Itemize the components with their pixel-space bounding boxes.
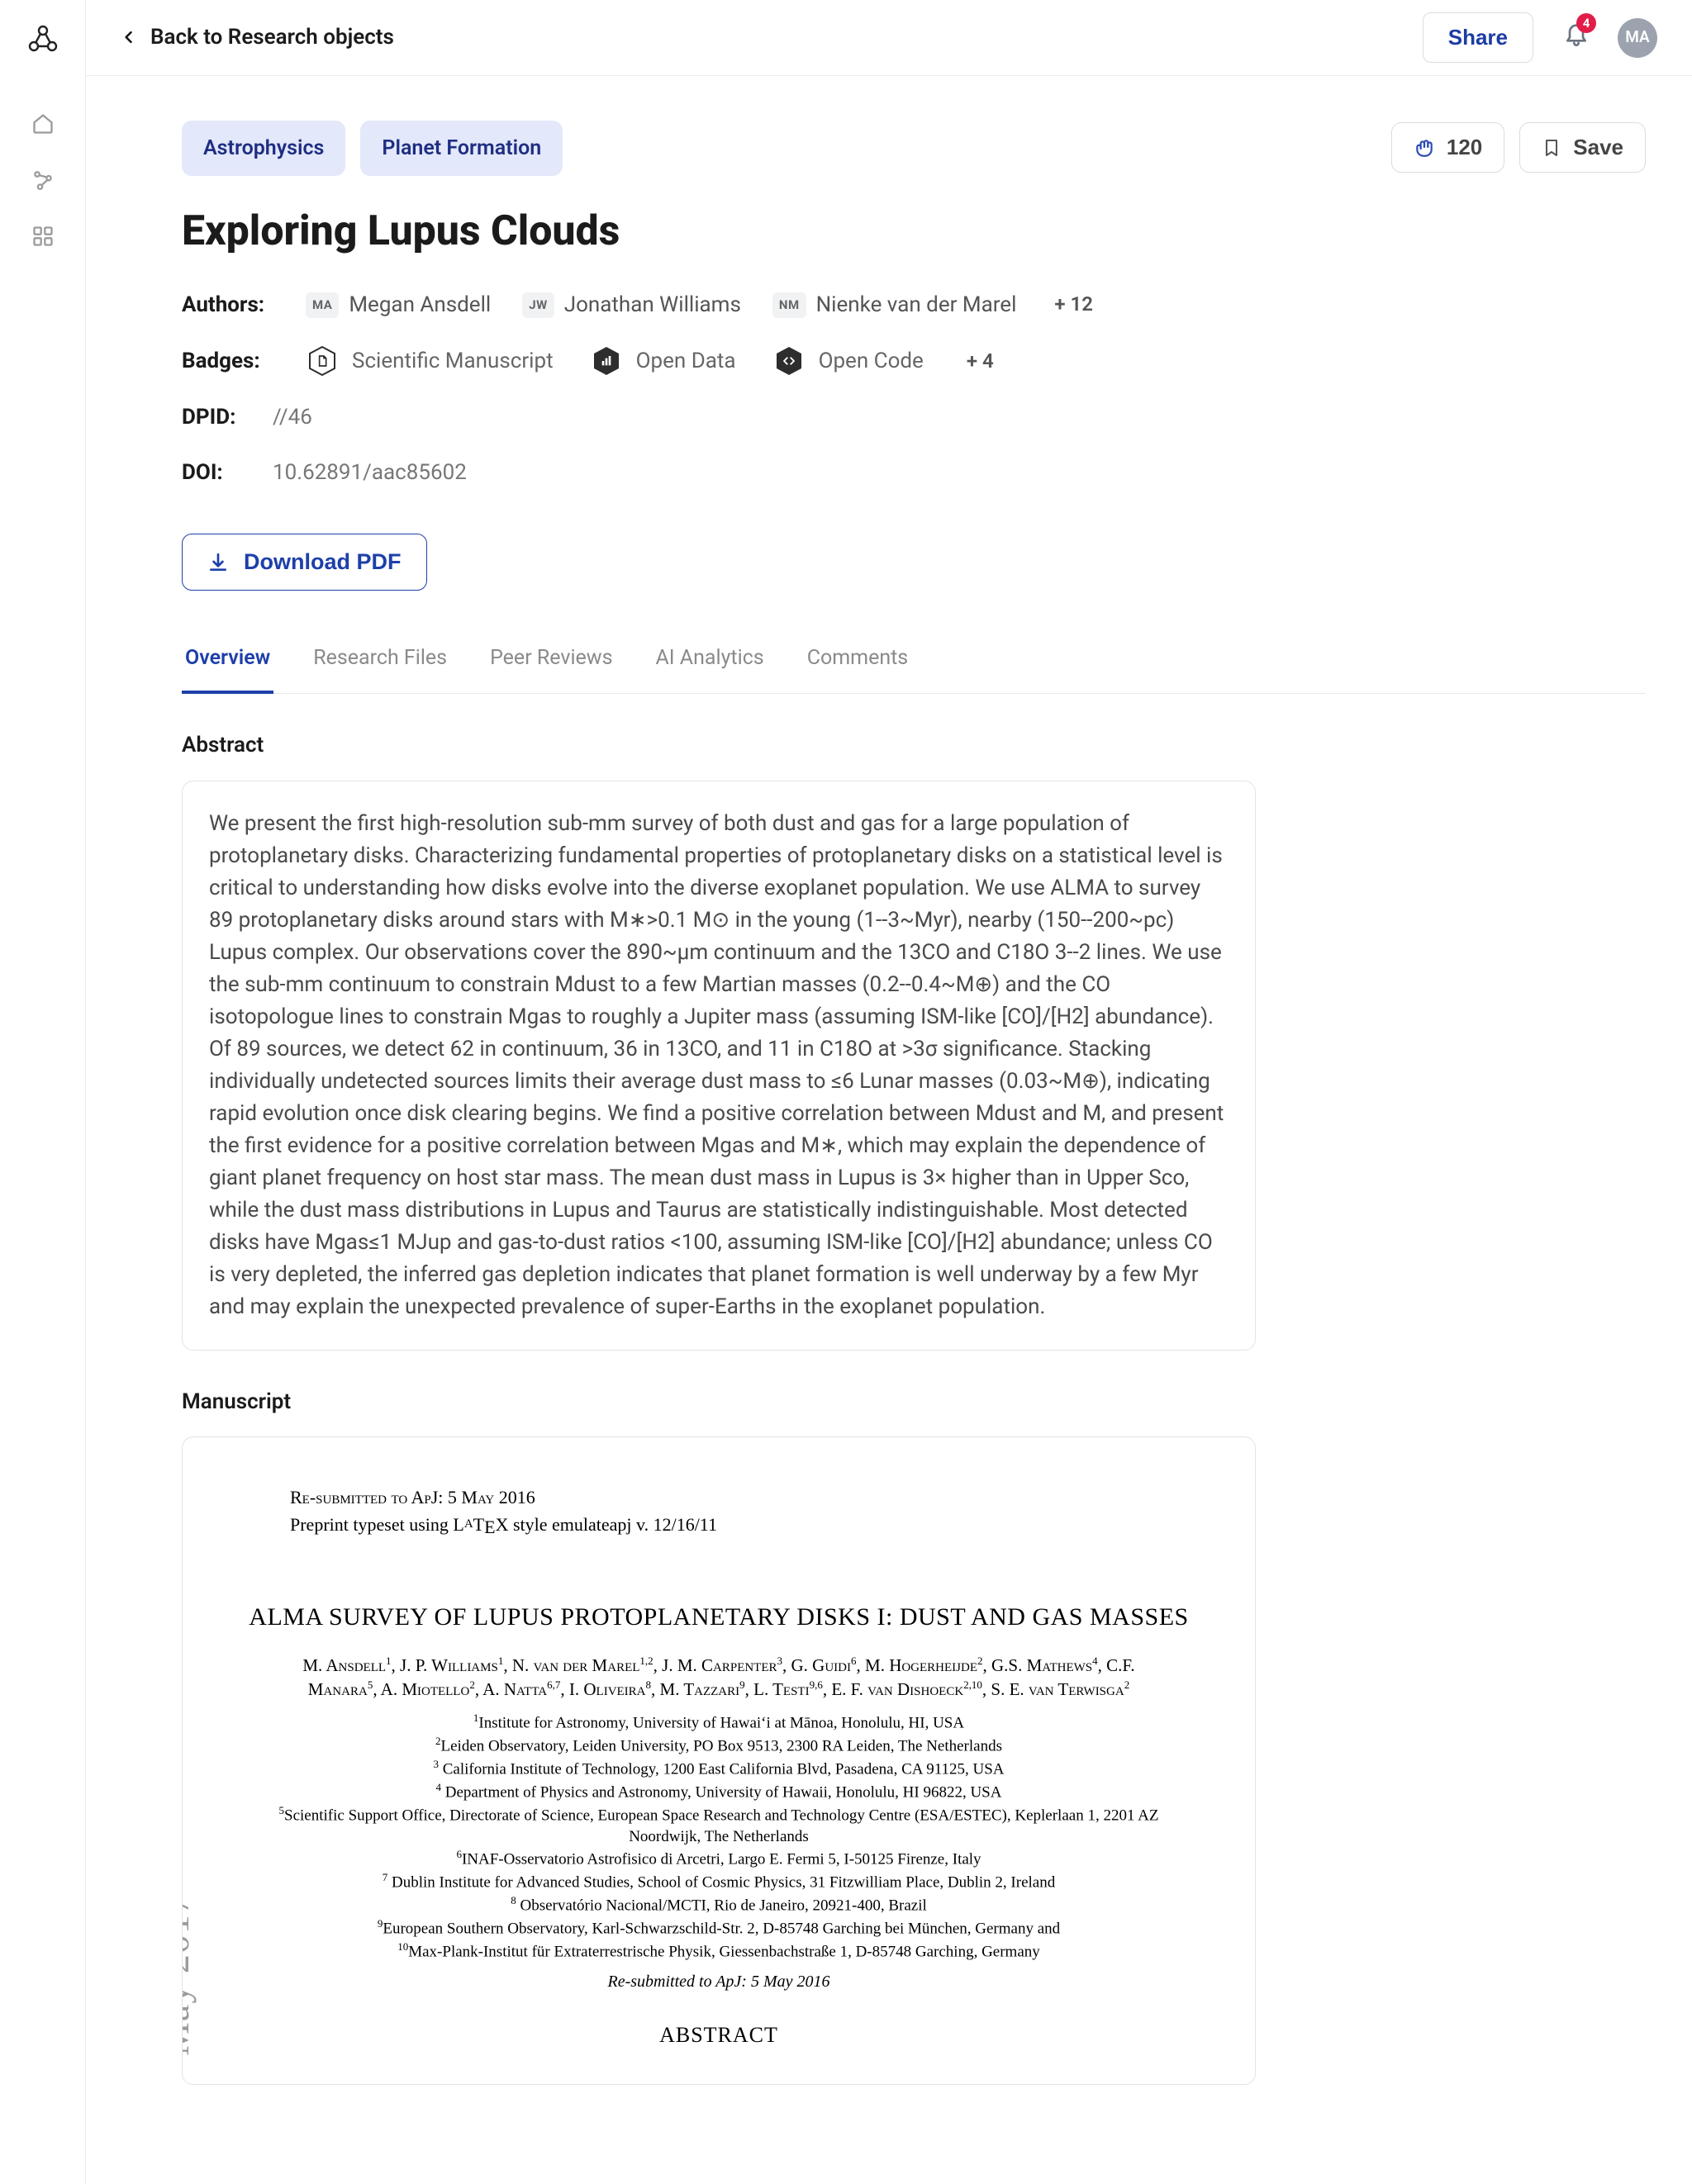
nav-grid-icon[interactable] — [31, 225, 55, 248]
author-name: Jonathan Williams — [564, 290, 741, 320]
badge-open-code[interactable]: Open Code — [772, 344, 924, 377]
back-label: Back to Research objects — [150, 22, 394, 52]
dpid-row: DPID: //46 — [182, 402, 1391, 432]
authors-label: Authors: — [182, 290, 289, 320]
badge-label: Scientific Manuscript — [352, 346, 554, 376]
clap-icon — [1414, 137, 1435, 159]
resubmitted-line: Re-submitted to ApJ: 5 May 2016 — [290, 1484, 1222, 1511]
category-chips: Astrophysics Planet Formation — [182, 121, 1391, 176]
manuscript-affiliations: 1Institute for Astronomy, University of … — [273, 1711, 1165, 1963]
tab-ai-analytics[interactable]: AI Analytics — [653, 635, 768, 693]
reaction-count: 120 — [1447, 135, 1482, 160]
arxiv-date: May 2017 — [182, 1894, 204, 2056]
author[interactable]: JW Jonathan Williams — [522, 290, 741, 320]
page-title: Exploring Lupus Clouds — [182, 202, 1391, 260]
save-button[interactable]: Save — [1519, 122, 1646, 173]
manuscript-resubmitted: Re-submitted to ApJ: 5 May 2016 — [216, 1969, 1222, 1994]
manuscript-box: May 2017 Re-submitted to ApJ: 5 May 2016… — [182, 1436, 1256, 2085]
category-chip[interactable]: Astrophysics — [182, 121, 345, 176]
author-name: Megan Ansdell — [349, 290, 491, 320]
author[interactable]: NM Nienke van der Marel — [772, 290, 1016, 320]
tab-research-files[interactable]: Research Files — [310, 635, 450, 693]
manuscript-abstract-heading: ABSTRACT — [216, 2019, 1222, 2051]
app-logo[interactable] — [26, 23, 59, 56]
manuscript-title: ALMA SURVEY OF LUPUS PROTOPLANETARY DISK… — [216, 1598, 1222, 1636]
tab-comments[interactable]: Comments — [804, 635, 912, 693]
doi-row: DOI: 10.62891/aac85602 — [182, 458, 1391, 487]
badge-label: Open Data — [636, 346, 736, 376]
abstract-heading: Abstract — [182, 730, 1646, 760]
download-icon — [207, 552, 229, 573]
abstract-text: We present the first high-resolution sub… — [209, 811, 1224, 1319]
badges-row: Badges: Scientific Manuscript — [182, 344, 1391, 377]
preprint-line: Preprint typeset using LATEX style emula… — [290, 1511, 1222, 1541]
download-pdf-button[interactable]: Download PDF — [182, 534, 427, 591]
hex-file-icon — [306, 344, 339, 377]
save-label: Save — [1573, 135, 1623, 160]
download-label: Download PDF — [244, 549, 402, 575]
hex-bars-icon — [590, 344, 623, 377]
notification-count: 4 — [1576, 13, 1596, 33]
topbar: Back to Research objects Share 4 MA — [86, 0, 1692, 76]
doi-label: DOI: — [182, 458, 256, 487]
author-initials: JW — [522, 292, 554, 318]
badges-label: Badges: — [182, 346, 289, 376]
hex-code-icon — [772, 344, 806, 377]
avatar[interactable]: MA — [1618, 18, 1657, 58]
author-name: Nienke van der Marel — [816, 290, 1017, 320]
category-chip[interactable]: Planet Formation — [360, 121, 563, 176]
bookmark-icon — [1542, 138, 1561, 158]
tab-peer-reviews[interactable]: Peer Reviews — [487, 635, 615, 693]
authors-more[interactable]: + 12 — [1054, 291, 1093, 319]
reaction-count-button[interactable]: 120 — [1391, 122, 1504, 173]
badge-label: Open Code — [819, 346, 924, 376]
badges-more[interactable]: + 4 — [967, 348, 994, 376]
share-button[interactable]: Share — [1423, 12, 1533, 63]
author-initials: NM — [772, 292, 806, 318]
author[interactable]: MA Megan Ansdell — [306, 290, 491, 320]
badge-open-data[interactable]: Open Data — [590, 344, 736, 377]
badge-scientific-manuscript[interactable]: Scientific Manuscript — [306, 344, 554, 377]
manuscript-authors: M. Ansdell1, J. P. Williams1, N. van der… — [297, 1654, 1140, 1702]
abstract-box: We present the first high-resolution sub… — [182, 781, 1256, 1351]
dpid-label: DPID: — [182, 402, 256, 432]
dpid-value: //46 — [273, 402, 312, 432]
notifications-button[interactable]: 4 — [1563, 20, 1590, 55]
author-initials: MA — [306, 292, 339, 318]
tab-overview[interactable]: Overview — [182, 635, 273, 694]
tabs: Overview Research Files Peer Reviews AI … — [182, 635, 1646, 694]
doi-value: 10.62891/aac85602 — [273, 458, 467, 487]
manuscript-heading: Manuscript — [182, 1387, 1646, 1417]
nav-home-icon[interactable] — [31, 112, 55, 135]
sidebar — [0, 0, 86, 2184]
authors-row: Authors: MA Megan Ansdell JW Jonathan Wi… — [182, 290, 1391, 320]
back-button[interactable]: Back to Research objects — [121, 22, 394, 52]
chevron-left-icon — [121, 29, 137, 45]
nav-graph-icon[interactable] — [31, 169, 55, 192]
manuscript-header: Re-submitted to ApJ: 5 May 2016 Preprint… — [290, 1484, 1222, 1541]
